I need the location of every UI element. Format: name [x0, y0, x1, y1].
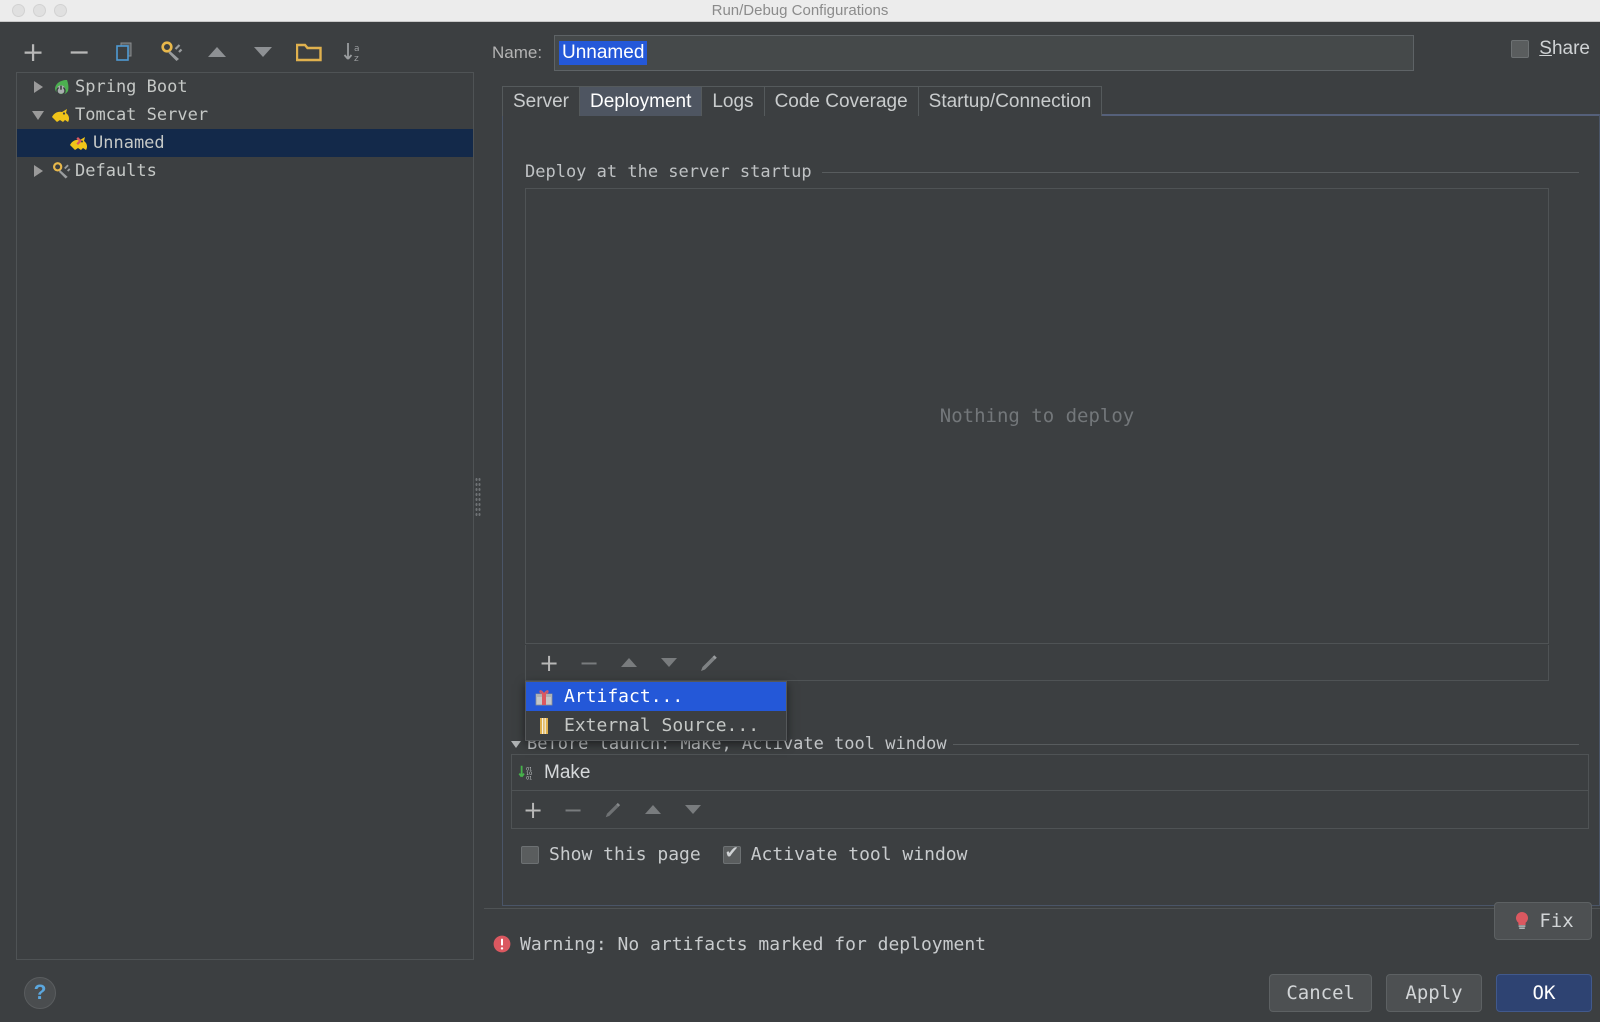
tree-item-label: Defaults	[75, 161, 157, 181]
deployment-toolbar: + −	[525, 645, 1549, 681]
panel-splitter[interactable]	[472, 22, 484, 1022]
artifact-package-icon	[534, 687, 554, 707]
tomcat-run-icon	[67, 133, 91, 153]
window-titlebar: Run/Debug Configurations	[0, 0, 1600, 22]
editor-tabs[interactable]: Server Deployment Logs Code Coverage Sta…	[502, 84, 1103, 116]
configuration-editor-panel: Name: Unnamed Share Server Deployment Lo…	[484, 22, 1600, 1022]
add-task-icon[interactable]: +	[520, 797, 546, 823]
create-folder-icon[interactable]	[294, 37, 324, 67]
share-rest: hare	[1551, 38, 1590, 59]
move-up-icon[interactable]	[640, 797, 666, 823]
deployment-artifacts-list[interactable]: Nothing to deploy	[525, 188, 1549, 644]
external-source-icon	[534, 716, 554, 736]
add-configuration-icon[interactable]: +	[18, 37, 48, 67]
configurations-tree[interactable]: Spring Boot Tomcat Server Unnamed Defaul…	[16, 72, 474, 960]
expand-arrow-icon[interactable]	[27, 165, 49, 177]
collapse-arrow-icon[interactable]	[27, 110, 49, 120]
activate-tool-window-label: Activate tool window	[750, 844, 968, 865]
menu-item-label: Artifact...	[564, 686, 684, 707]
move-down-icon[interactable]	[248, 37, 278, 67]
ok-button[interactable]: OK	[1496, 974, 1592, 1012]
deploy-section-title: Deploy at the server startup	[525, 162, 812, 182]
collapse-triangle-icon[interactable]	[511, 740, 521, 748]
tree-item-defaults[interactable]: Defaults	[17, 157, 473, 185]
svg-text:z: z	[354, 54, 359, 64]
make-build-icon: 01 10 01	[518, 763, 538, 783]
deploy-section-header: Deploy at the server startup	[525, 162, 1579, 182]
spring-boot-icon	[49, 77, 73, 97]
share-checkbox-group[interactable]: Share	[1511, 38, 1590, 60]
edit-defaults-icon[interactable]	[156, 37, 186, 67]
warning-divider	[484, 908, 1600, 909]
menu-item-external-source[interactable]: External Source...	[526, 711, 786, 740]
tree-item-unnamed[interactable]: Unnamed	[17, 129, 473, 157]
remove-artifact-icon[interactable]: −	[576, 650, 602, 676]
run-debug-configurations-window: Run/Debug Configurations + − a z Spring …	[0, 0, 1600, 1022]
before-launch-options: Show this page Activate tool window	[521, 843, 968, 865]
tree-item-label: Tomcat Server	[75, 105, 209, 125]
section-divider	[952, 743, 1579, 745]
tab-startup-connection[interactable]: Startup/Connection	[917, 86, 1103, 116]
lightbulb-icon	[1512, 911, 1532, 931]
dialog-buttons: Cancel Apply OK	[1269, 974, 1592, 1012]
tab-server[interactable]: Server	[502, 86, 580, 116]
wrench-icon	[49, 161, 73, 181]
name-row: Name: Unnamed	[484, 30, 1600, 76]
tab-code-coverage[interactable]: Code Coverage	[763, 86, 919, 116]
share-checkbox[interactable]	[1511, 40, 1530, 58]
remove-task-icon[interactable]: −	[560, 797, 586, 823]
move-up-icon[interactable]	[202, 37, 232, 67]
expand-arrow-icon[interactable]	[27, 81, 49, 93]
move-up-icon[interactable]	[616, 650, 642, 676]
add-artifact-icon[interactable]: +	[536, 650, 562, 676]
move-down-icon[interactable]	[656, 650, 682, 676]
tree-item-tomcat-server[interactable]: Tomcat Server	[17, 101, 473, 129]
configurations-sidebar: + − a z Spring Boot Tomcat Server Unname…	[0, 22, 478, 1022]
add-artifact-popup-menu[interactable]: Artifact... External Source...	[525, 681, 787, 741]
sidebar-toolbar: + − a z	[0, 30, 478, 74]
cancel-button[interactable]: Cancel	[1269, 974, 1372, 1012]
edit-task-icon[interactable]	[600, 797, 626, 823]
share-mnemonic: S	[1539, 38, 1552, 59]
splitter-grip-icon[interactable]	[475, 477, 481, 517]
apply-button[interactable]: Apply	[1386, 974, 1482, 1012]
before-launch-task-list[interactable]: 01 10 01 Make	[511, 754, 1589, 791]
tree-item-label: Spring Boot	[75, 77, 188, 97]
help-button[interactable]: ?	[24, 977, 56, 1009]
menu-item-label: External Source...	[564, 715, 760, 736]
name-input-value: Unnamed	[559, 41, 648, 65]
share-label: Share	[1539, 38, 1590, 60]
tomcat-icon	[49, 105, 73, 125]
show-this-page-checkbox[interactable]	[521, 845, 539, 864]
warning-row: Warning: No artifacts marked for deploym…	[492, 920, 1592, 968]
remove-configuration-icon[interactable]: −	[64, 37, 94, 67]
window-title: Run/Debug Configurations	[711, 2, 889, 19]
tab-deployment[interactable]: Deployment	[578, 86, 703, 116]
name-input[interactable]: Unnamed	[554, 35, 1414, 71]
edit-artifact-icon[interactable]	[696, 650, 722, 676]
error-circle-icon	[492, 934, 512, 954]
tab-logs[interactable]: Logs	[701, 86, 765, 116]
section-divider	[821, 171, 1579, 173]
menu-item-artifact[interactable]: Artifact...	[526, 682, 786, 711]
move-down-icon[interactable]	[680, 797, 706, 823]
warning-message: Warning: No artifacts marked for deploym…	[520, 933, 986, 955]
activate-tool-window-checkbox[interactable]	[722, 843, 741, 864]
fix-button[interactable]: Fix	[1494, 902, 1592, 940]
empty-state-message: Nothing to deploy	[939, 405, 1135, 427]
sort-alphabetically-icon[interactable]: a z	[340, 37, 370, 67]
deployment-tab-content: Deploy at the server startup Nothing to …	[502, 114, 1600, 906]
fix-button-label: Fix	[1539, 910, 1574, 932]
tree-item-spring-boot[interactable]: Spring Boot	[17, 73, 473, 101]
svg-text:a: a	[354, 44, 360, 54]
tree-item-label: Unnamed	[93, 133, 165, 153]
show-this-page-label: Show this page	[549, 844, 701, 865]
copy-configuration-icon[interactable]	[110, 37, 140, 67]
svg-text:01: 01	[526, 775, 532, 781]
before-launch-task-label: Make	[544, 761, 591, 783]
before-launch-toolbar: + −	[511, 791, 1589, 829]
name-label: Name:	[492, 43, 543, 62]
